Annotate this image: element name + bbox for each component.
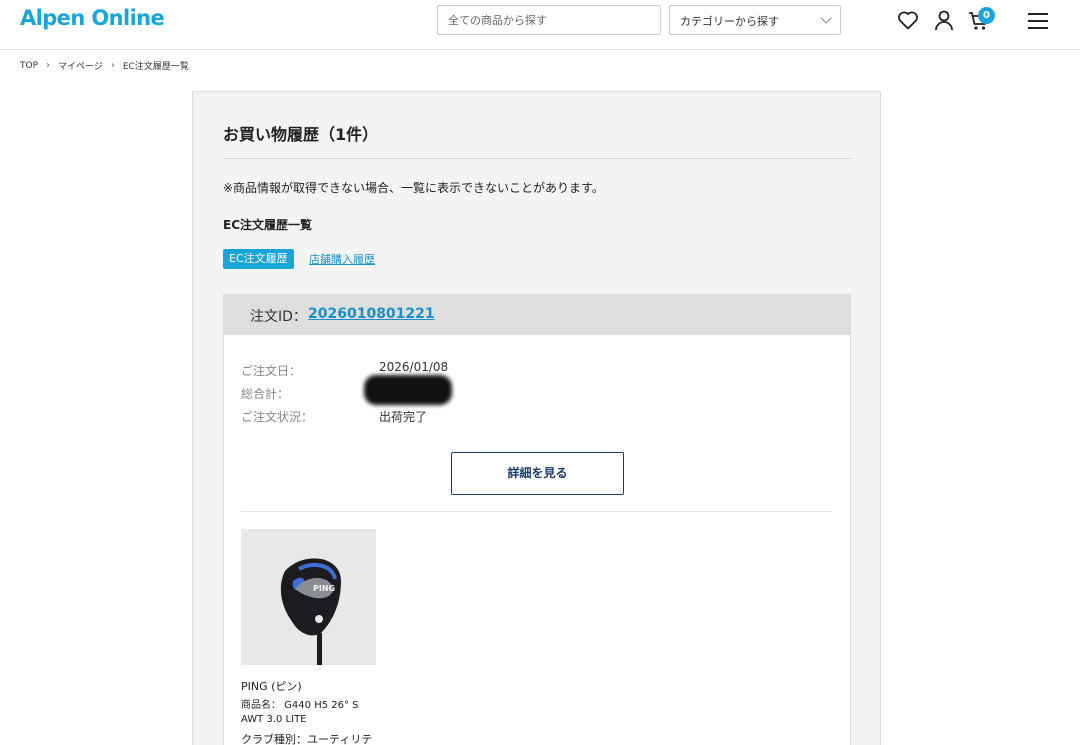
order-date-label: ご注文日：: [241, 364, 302, 378]
order-history-panel: お買い物履歴（1件） ※商品情報が取得できない場合、一覧に表示できないことがあり…: [192, 91, 881, 745]
order-status-value: 出荷完了: [379, 410, 428, 424]
breadcrumb-mypage[interactable]: マイページ: [58, 59, 103, 72]
breadcrumb-current: EC注文履歴一覧: [122, 62, 189, 72]
chevron-right-icon: ›: [110, 60, 115, 71]
divider: [241, 511, 832, 512]
product-brand: PING (ピン): [241, 680, 302, 693]
section-heading: EC注文履歴一覧: [223, 218, 313, 232]
chevron-down-icon: [820, 12, 832, 24]
site-logo[interactable]: Alpen Online: [20, 6, 165, 30]
product-name: 商品名： G440 H5 26° S AWT 3.0 LITE: [241, 699, 359, 727]
order-id-link[interactable]: 2026010801221: [308, 306, 435, 322]
redacted-total: [364, 375, 452, 405]
breadcrumb-top[interactable]: TOP: [20, 61, 38, 71]
product-name-line2: AWT 3.0 LITE: [241, 714, 307, 725]
golf-club-head-image: PING: [241, 529, 376, 665]
order-card-header: 注文ID： 2026010801221: [224, 295, 850, 335]
order-total-label: 総合計：: [241, 387, 290, 401]
breadcrumb: TOP › マイページ › EC注文履歴一覧: [20, 59, 189, 72]
divider: [223, 158, 851, 159]
product-brand-mark: PING: [313, 584, 335, 593]
order-status-label: ご注文状況：: [241, 410, 314, 424]
tab-ec-orders[interactable]: EC注文履歴: [223, 249, 294, 269]
product-image[interactable]: PING: [241, 529, 376, 665]
category-select[interactable]: カテゴリーから探す: [669, 5, 841, 35]
product-name-line1: 商品名： G440 H5 26° S: [241, 700, 359, 711]
user-icon[interactable]: [932, 8, 956, 32]
order-id-label: 注文ID：: [250, 309, 307, 325]
cart-count-badge: 0: [978, 7, 995, 24]
view-details-button[interactable]: 詳細を見る: [451, 452, 624, 495]
chevron-right-icon: ›: [46, 60, 51, 71]
category-select-label: カテゴリーから探す: [680, 15, 779, 28]
site-header: Alpen Online カテゴリーから探す 0: [0, 0, 1080, 50]
product-club-type: クラブ種別：ユーティリテ: [241, 733, 373, 745]
page-title: お買い物履歴（1件）: [223, 125, 379, 144]
order-card: 注文ID： 2026010801221 ご注文日： 2026/01/08 総合計…: [223, 294, 851, 745]
heart-icon[interactable]: [896, 8, 920, 32]
menu-icon[interactable]: [1026, 9, 1050, 33]
order-date-value: 2026/01/08: [379, 360, 449, 374]
notice-text: ※商品情報が取得できない場合、一覧に表示できないことがあります。: [223, 181, 604, 195]
search-input[interactable]: [437, 5, 661, 35]
tab-store-purchases[interactable]: 店舗購入履歴: [309, 251, 375, 267]
